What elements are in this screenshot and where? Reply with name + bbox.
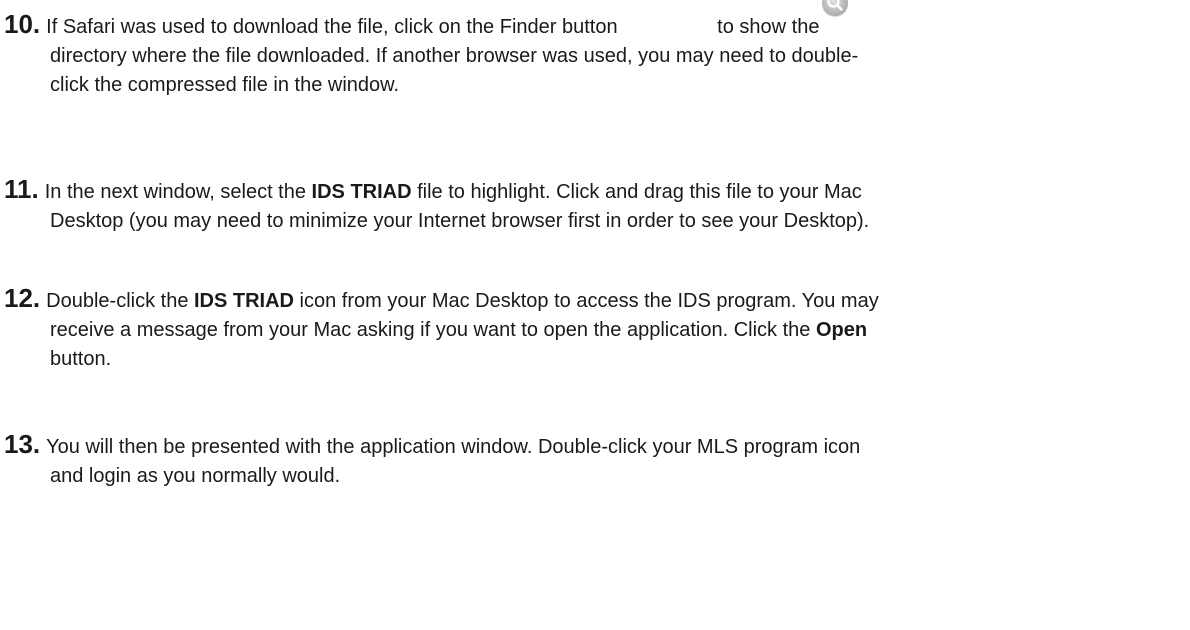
step-10-line-1: 10. If Safari was used to download the fi… — [4, 0, 1184, 42]
step-11: 11. In the next window, select the IDS TR… — [4, 175, 1184, 236]
step-12-text-a: Double-click the — [46, 290, 194, 312]
step-number: 12. — [4, 283, 41, 313]
finder-magnifier-icon — [822, 0, 848, 16]
step-11-text-b: file to highlight. Click and drag this f… — [411, 181, 862, 203]
step-number: 13. — [4, 429, 41, 459]
step-10-line-2: directory where the file downloaded. If … — [50, 45, 859, 67]
step-12-line-2: receive a message from your Mac asking i… — [4, 316, 1184, 345]
step-12-line-3: button. — [50, 348, 112, 370]
step-number: 10. — [4, 9, 41, 39]
instruction-page: 10. If Safari was used to download the fi… — [0, 0, 1190, 630]
ids-triad-label: IDS TRIAD — [311, 181, 412, 203]
step-10-line-3: click the compressed file in the window. — [50, 74, 400, 96]
step-11-text-a: In the next window, select the — [44, 181, 312, 203]
step-13-line-2: and login as you normally would. — [50, 465, 341, 487]
step-11-line-2: Desktop (you may need to minimize your I… — [50, 210, 870, 232]
step-13: 13. You will then be presented with the a… — [4, 430, 1184, 491]
step-12: 12. Double-click the IDS TRIAD icon from … — [4, 284, 1184, 374]
step-10: 10. If Safari was used to download the fi… — [4, 0, 1184, 100]
step-13-line-1: 13. You will then be presented with the a… — [4, 430, 1184, 462]
step-10-text-before-icon: If Safari was used to download the file,… — [46, 16, 618, 38]
step-10-text-after-icon: to show the — [717, 16, 820, 38]
step-12-text-line2: receive a message from your Mac asking i… — [50, 319, 816, 341]
step-13-text-line1: You will then be presented with the appl… — [46, 436, 861, 458]
step-number: 11. — [4, 174, 39, 204]
step-12-line-1: 12. Double-click the IDS TRIAD icon from … — [4, 284, 1184, 316]
step-11-line-1: 11. In the next window, select the IDS TR… — [4, 175, 1184, 207]
open-label: Open — [815, 319, 868, 341]
ids-triad-label: IDS TRIAD — [194, 290, 294, 312]
step-12-text-b: icon from your Mac Desktop to access the… — [294, 290, 879, 312]
